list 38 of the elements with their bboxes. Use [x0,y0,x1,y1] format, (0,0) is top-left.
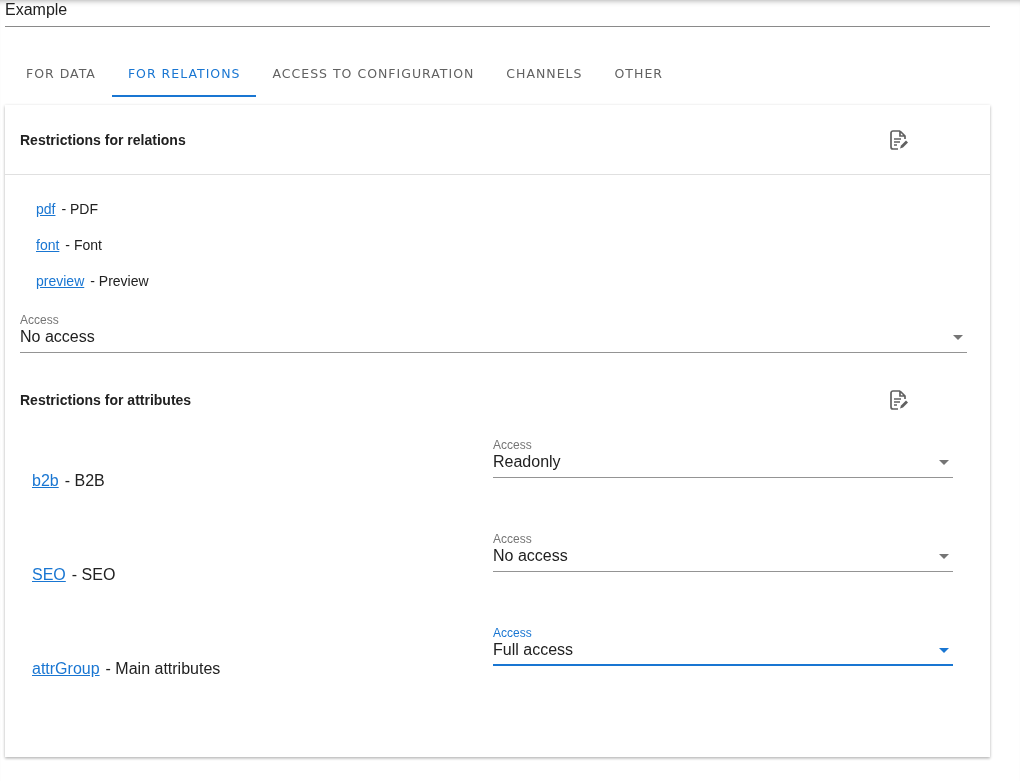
dropdown-arrow-icon [939,553,949,559]
access-select[interactable]: Access No access [20,313,967,353]
tab[interactable]: CHANNELS [490,51,599,97]
item-description: - Font [65,237,102,253]
code-link[interactable]: font [36,237,60,253]
item-description: - SEO [71,566,116,584]
tab[interactable]: FOR RELATIONS [111,51,257,97]
code-link[interactable]: pdf [36,201,56,217]
section-title: Restrictions for attributes [20,392,192,408]
select-value: No access [493,546,568,566]
field-label: Access [493,626,532,640]
select-value: Readonly [493,452,561,472]
name-value[interactable]: Example [5,0,68,20]
section-title: Restrictions for relations [20,131,186,148]
access-select[interactable]: Access Full access [493,626,953,666]
tab[interactable]: ACCESS TO CONFIGURATION [256,51,491,97]
item-description: - PDF [61,201,99,217]
item-description: - B2B [64,472,105,490]
field-label: Access [493,438,532,452]
select-value: No access [20,327,95,347]
field-label: Access [493,532,532,546]
edit-document-icon[interactable] [890,129,908,150]
code-link[interactable]: SEO [32,566,66,584]
tab[interactable]: OTHER [598,51,679,97]
edit-document-icon[interactable] [890,390,908,410]
code-link[interactable]: b2b [32,472,59,490]
dropdown-arrow-icon [953,334,963,340]
access-select[interactable]: Access Readonly [493,438,953,478]
item-description: - Main attributes [105,660,221,678]
dropdown-arrow-icon [939,647,949,653]
item-description: - Preview [90,273,149,289]
tab[interactable]: FOR DATA [10,51,112,97]
select-value: Full access [493,640,574,660]
dropdown-arrow-icon [939,459,949,465]
code-link[interactable]: attrGroup [32,660,100,678]
field-label: Access [20,313,59,327]
access-select[interactable]: Access No access [493,532,953,572]
code-link[interactable]: preview [36,273,85,289]
